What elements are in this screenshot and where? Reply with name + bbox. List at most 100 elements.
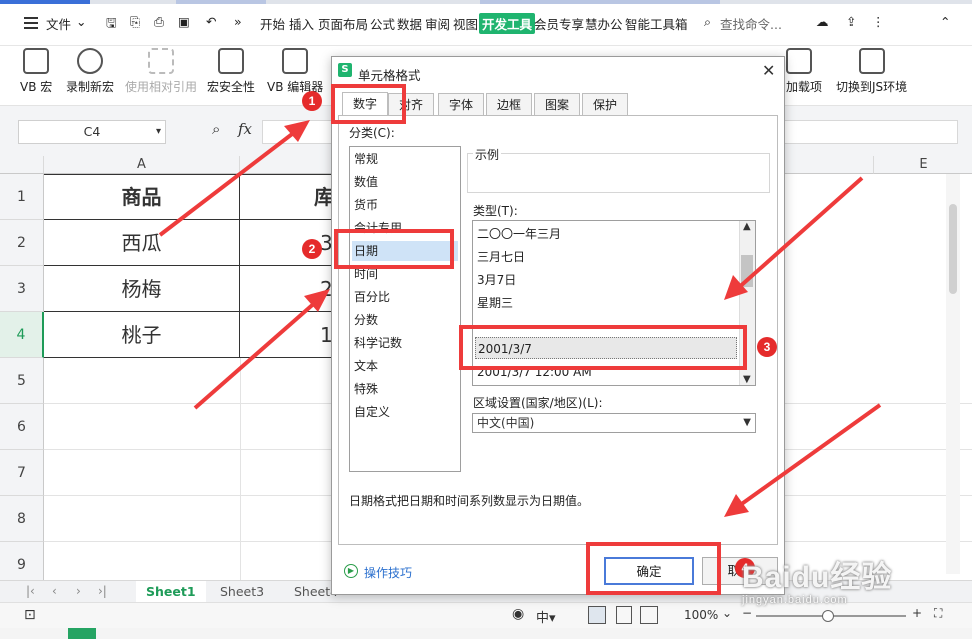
tab-data[interactable]: 数据 [397,14,422,33]
last-sheet-icon[interactable]: ›| [98,584,107,598]
locale-select[interactable]: 中文(中国) ▼ [472,413,756,433]
list-item[interactable]: 特殊 [354,379,378,399]
row-header[interactable]: 7 [0,450,44,496]
row-header[interactable]: 5 [0,358,44,404]
vb-macro-button[interactable]: VB 宏 [20,48,52,95]
more-options-icon[interactable]: ⋮ [872,14,885,29]
category-list[interactable]: 常规 数值 货币 会计专用 日期 时间 百分比 分数 科学记数 文本 特殊 自定… [349,146,461,472]
chevron-down-icon[interactable]: ⌄ [76,14,86,29]
tab-smart-toolbox[interactable]: 智能工具箱 [625,14,688,33]
preview-icon[interactable]: ▣ [178,14,190,29]
tab-home[interactable]: 开始 [260,14,285,33]
tips-link[interactable]: 操作技巧 [364,564,412,581]
tab-developer[interactable]: 开发工具 [479,13,536,34]
next-sheet-icon[interactable]: › [76,584,81,598]
table-cell[interactable]: 3 [240,220,340,266]
zoom-level[interactable]: 100% [684,608,718,622]
tab-insert[interactable]: 插入 [289,14,314,33]
tab-formula[interactable]: 公式 [370,14,395,33]
row-header-selected[interactable]: 4 [0,312,44,358]
play-circle-icon[interactable]: ▶ [344,564,358,578]
close-icon[interactable]: ✕ [762,61,775,80]
row-header[interactable]: 8 [0,496,44,542]
row-header[interactable]: 6 [0,404,44,450]
list-item[interactable]: 三月七日 [477,246,525,268]
list-item[interactable]: 科学记数 [354,333,402,353]
scroll-up-icon[interactable]: ▲ [743,221,751,232]
table-cell[interactable]: 1 [240,312,340,358]
name-box[interactable]: C4 ▾ [18,120,166,144]
tab-border[interactable]: 边框 [486,93,532,115]
column-header-a[interactable]: A [44,156,240,174]
list-item[interactable]: 二〇〇一年三月 [477,223,561,245]
row-header[interactable]: 2 [0,220,44,266]
search-icon[interactable]: ⌕ [704,14,711,30]
list-item[interactable]: 百分比 [354,287,390,307]
vertical-scrollbar[interactable] [946,174,960,574]
eye-protection-icon[interactable]: ◉ [512,606,524,622]
row-header[interactable]: 1 [0,174,44,220]
page-view-icon[interactable] [616,606,632,624]
print-icon[interactable]: ⎙ [154,14,164,30]
table-cell[interactable]: 杨梅 [44,266,240,312]
list-item[interactable]: 自定义 [354,402,390,422]
tab-page-layout[interactable]: 页面布局 [318,14,368,33]
search-command[interactable]: 查找命令... [720,14,782,33]
book-view-icon[interactable] [640,606,658,624]
save-icon[interactable]: 🖫 [106,14,117,35]
tab-pattern[interactable]: 图案 [534,93,580,115]
column-header-b[interactable] [240,156,340,174]
collapse-ribbon-icon[interactable]: ⌃ [940,14,950,29]
undo-icon[interactable]: ↶ [206,14,216,29]
chevron-down-icon[interactable]: ▼ [743,414,751,432]
column-header-e[interactable]: E [874,156,972,174]
vb-editor-button[interactable]: VB 编辑器 [267,48,323,95]
list-item[interactable]: 货币 [354,195,378,215]
zoom-slider[interactable] [756,610,906,622]
zoom-icon[interactable]: ⌕ [212,120,220,138]
macro-security-button[interactable]: 宏安全性 [207,48,255,95]
table-cell[interactable]: 商品 [44,174,240,220]
tab-huibangong[interactable]: 慧办公 [585,14,623,33]
js-env-button[interactable]: 切换到JS环境 [836,48,907,95]
fx-label[interactable]: fx [238,120,252,138]
cloud-icon[interactable]: ☁ [816,14,829,29]
tab-protection[interactable]: 保护 [582,93,628,115]
prev-sheet-icon[interactable]: ‹ [52,584,57,598]
table-cell[interactable]: 西瓜 [44,220,240,266]
zoom-out-icon[interactable]: − [742,606,752,620]
file-menu[interactable]: 文件 [46,14,71,33]
export-icon[interactable]: ⎘ [130,14,140,30]
addins-button[interactable]: 加载项 [786,48,822,95]
sheet-tab-sheet1[interactable]: Sheet1 [136,581,206,603]
table-cell[interactable]: 2 [240,266,340,312]
more-icon[interactable]: » [234,14,242,29]
normal-view-icon[interactable] [588,606,606,624]
list-item[interactable]: 常规 [354,149,378,169]
chevron-down-icon[interactable]: ⌄ [722,606,732,620]
row-header[interactable]: 9 [0,542,44,580]
list-item[interactable]: 数值 [354,172,378,192]
list-item[interactable]: 文本 [354,356,378,376]
row-header[interactable]: 3 [0,266,44,312]
list-item[interactable]: 星期三 [477,292,513,314]
table-cell[interactable]: 库 [240,174,340,220]
tab-member[interactable]: 会员专享 [534,14,584,33]
list-item[interactable]: 3月7日 [477,269,516,291]
table-cell[interactable]: 桃子 [44,312,240,358]
sheet-tab-sheet3[interactable]: Sheet3 [210,581,274,603]
first-sheet-icon[interactable]: |‹ [26,584,35,598]
share-icon[interactable]: ⇪ [846,14,856,29]
tab-view[interactable]: 视图 [453,14,478,33]
corner-select-all[interactable] [0,156,44,174]
tab-font[interactable]: 字体 [438,93,484,115]
record-macro-button[interactable]: 录制新宏 [66,48,114,95]
input-method-icon[interactable]: 中▾ [536,607,556,626]
relative-reference-button[interactable]: 使用相对引用 [125,48,197,95]
zoom-slider-handle[interactable] [822,610,834,622]
column-header-d[interactable] [784,156,874,174]
list-item[interactable]: 分数 [354,310,378,330]
scroll-down-icon[interactable]: ▼ [743,374,751,385]
fullscreen-icon[interactable]: ⛶ [934,606,942,621]
tab-review[interactable]: 审阅 [425,14,450,33]
